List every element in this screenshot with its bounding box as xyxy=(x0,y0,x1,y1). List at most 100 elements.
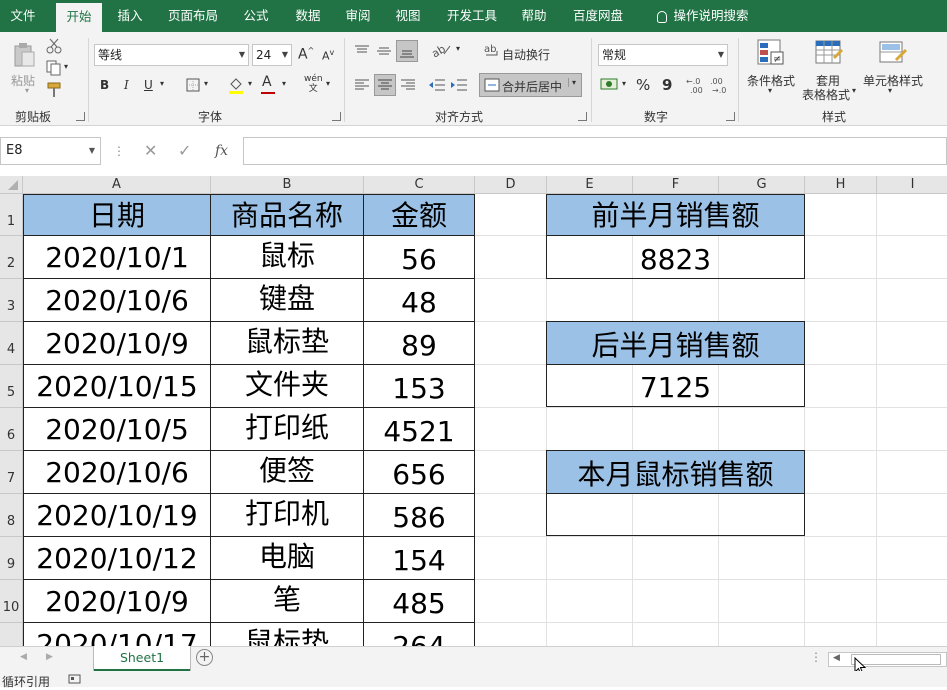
font-color-dropdown-icon[interactable]: ▾ xyxy=(282,79,286,88)
wrap-text-button[interactable]: 自动换行 xyxy=(502,46,550,63)
border-icon[interactable] xyxy=(186,78,200,92)
tab-home[interactable]: 开始 xyxy=(56,3,102,32)
font-color-button[interactable]: A xyxy=(262,74,272,90)
increase-decimal-icon[interactable]: ←.0.00 xyxy=(686,76,706,95)
enter-icon[interactable]: ✓ xyxy=(178,141,191,160)
alignment-launcher-icon[interactable] xyxy=(578,112,587,121)
align-center-icon[interactable] xyxy=(374,74,396,96)
row-header-1[interactable]: 1 xyxy=(0,194,23,236)
amount-cell[interactable]: 89 xyxy=(363,321,475,365)
product-cell[interactable]: 打印机 xyxy=(210,493,364,537)
conditional-formatting-icon[interactable]: ≠ xyxy=(756,38,786,68)
column-header-a[interactable]: A xyxy=(23,176,211,194)
cell-styles-icon[interactable] xyxy=(878,38,908,68)
underline-button[interactable]: U xyxy=(144,78,153,92)
border-dropdown-icon[interactable]: ▾ xyxy=(204,79,208,88)
product-cell[interactable]: 鼠标垫 xyxy=(210,622,364,646)
row-header-6[interactable]: 6 xyxy=(0,408,23,451)
comma-style-button[interactable]: 9 xyxy=(662,76,672,94)
product-cell[interactable]: 笔 xyxy=(210,579,364,623)
phonetic-guide-button[interactable]: wén 文 xyxy=(304,74,323,94)
column-header-f[interactable]: F xyxy=(633,176,719,194)
orientation-icon[interactable]: ab xyxy=(429,42,454,60)
date-cell[interactable]: 2020/10/6 xyxy=(23,278,211,322)
tell-me-search[interactable]: 操作说明搜索 xyxy=(648,0,758,32)
tab-baidu-netdisk[interactable]: 百度网盘 xyxy=(566,0,630,32)
format-as-table-button[interactable]: 表格格式 xyxy=(798,86,854,103)
amount-cell[interactable]: 153 xyxy=(363,364,475,408)
formula-input[interactable] xyxy=(243,137,947,165)
amount-cell[interactable]: 4521 xyxy=(363,407,475,451)
decrease-indent-icon[interactable] xyxy=(428,78,446,92)
next-sheet-icon[interactable]: ▶ xyxy=(46,652,53,662)
column-header-h[interactable]: H xyxy=(805,176,877,194)
copy-icon[interactable] xyxy=(46,60,62,76)
product-cell[interactable]: 键盘 xyxy=(210,278,364,322)
amount-cell[interactable]: 56 xyxy=(363,235,475,279)
row-header-4[interactable]: 4 xyxy=(0,322,23,365)
number-launcher-icon[interactable] xyxy=(726,112,735,121)
number-format-combo[interactable]: 常规 ▼ xyxy=(598,44,728,66)
month-mouse-sales-value[interactable] xyxy=(546,493,805,536)
align-bottom-icon[interactable] xyxy=(396,40,418,62)
row-header-2[interactable]: 2 xyxy=(0,236,23,279)
merge-dropdown-icon[interactable]: ▾ xyxy=(568,78,576,87)
tab-file[interactable]: 文件 xyxy=(0,0,46,32)
tab-help[interactable]: 帮助 xyxy=(512,0,556,32)
sheet-tab-sheet1[interactable]: Sheet1 xyxy=(94,646,190,671)
date-cell[interactable]: 2020/10/9 xyxy=(23,579,211,623)
underline-dropdown-icon[interactable]: ▾ xyxy=(160,79,164,88)
row-header-9[interactable]: 9 xyxy=(0,537,23,580)
grow-font-button[interactable]: A^ xyxy=(298,46,314,63)
row-header-7[interactable]: 7 xyxy=(0,451,23,494)
date-cell[interactable]: 2020/10/19 xyxy=(23,493,211,537)
increase-indent-icon[interactable] xyxy=(450,78,468,92)
amount-cell[interactable]: 48 xyxy=(363,278,475,322)
product-cell[interactable]: 便签 xyxy=(210,450,364,494)
tab-formulas[interactable]: 公式 xyxy=(234,0,278,32)
prev-sheet-icon[interactable]: ◀ xyxy=(20,652,27,662)
macro-record-icon[interactable] xyxy=(68,674,82,685)
add-sheet-button[interactable]: + xyxy=(196,649,213,666)
wrap-text-icon[interactable]: ab xyxy=(484,42,500,58)
shrink-font-button[interactable]: Av xyxy=(322,48,334,63)
merge-center-button[interactable]: 合并后居中 xyxy=(502,78,562,95)
date-cell[interactable]: 2020/10/9 xyxy=(23,321,211,365)
select-all-corner[interactable] xyxy=(0,176,23,194)
header-amount[interactable]: 金额 xyxy=(363,194,475,236)
accounting-format-icon[interactable] xyxy=(600,76,620,92)
bold-button[interactable]: B xyxy=(100,78,109,92)
row-header-5[interactable]: 5 xyxy=(0,365,23,408)
align-top-icon[interactable] xyxy=(354,44,370,58)
date-cell[interactable]: 2020/10/5 xyxy=(23,407,211,451)
column-header-e[interactable]: E xyxy=(547,176,633,194)
format-painter-icon[interactable] xyxy=(46,82,62,98)
row-header-10[interactable]: 10 xyxy=(0,580,23,623)
phonetic-dropdown-icon[interactable]: ▾ xyxy=(326,79,330,88)
horizontal-scrollbar[interactable]: ◀ xyxy=(828,652,947,667)
cancel-icon[interactable]: ✕ xyxy=(144,141,157,160)
tab-insert[interactable]: 插入 xyxy=(108,0,152,32)
date-cell[interactable]: 2020/10/12 xyxy=(23,536,211,580)
column-header-g[interactable]: G xyxy=(719,176,805,194)
conditional-dropdown-icon[interactable]: ▾ xyxy=(768,86,772,95)
paste-dropdown-icon[interactable]: ▾ xyxy=(22,86,32,95)
paste-icon[interactable] xyxy=(12,42,36,70)
product-cell[interactable]: 鼠标 xyxy=(210,235,364,279)
cut-icon[interactable] xyxy=(46,38,62,54)
tab-view[interactable]: 视图 xyxy=(386,0,430,32)
column-header-b[interactable]: B xyxy=(211,176,364,194)
first-half-sales-value[interactable]: 8823 xyxy=(546,235,805,279)
month-mouse-sales-label[interactable]: 本月鼠标销售额 xyxy=(546,450,805,494)
scroll-left-icon[interactable]: ◀ xyxy=(833,653,840,663)
align-middle-icon[interactable] xyxy=(376,44,392,58)
tab-data[interactable]: 数据 xyxy=(286,0,330,32)
align-left-icon[interactable] xyxy=(354,78,370,92)
date-cell[interactable]: 2020/10/6 xyxy=(23,450,211,494)
column-header-d[interactable]: D xyxy=(475,176,547,194)
align-right-icon[interactable] xyxy=(400,78,416,92)
amount-cell[interactable]: 586 xyxy=(363,493,475,537)
row-header-8[interactable]: 8 xyxy=(0,494,23,537)
tab-page-layout[interactable]: 页面布局 xyxy=(160,0,226,32)
product-cell[interactable]: 电脑 xyxy=(210,536,364,580)
